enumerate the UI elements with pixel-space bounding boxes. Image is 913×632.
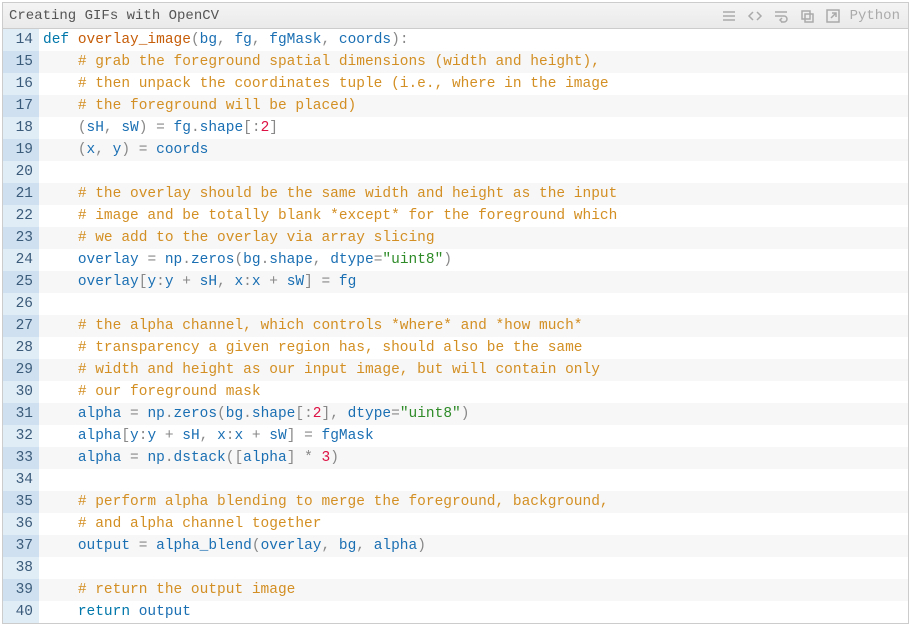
- code-line[interactable]: # perform alpha blending to merge the fo…: [39, 491, 908, 513]
- code-line[interactable]: # image and be totally blank *except* fo…: [39, 205, 908, 227]
- code-line[interactable]: [39, 469, 908, 491]
- code-area[interactable]: 1415161718192021222324252627282930313233…: [3, 29, 908, 623]
- line-number: 14: [3, 29, 39, 51]
- code-line[interactable]: # transparency a given region has, shoul…: [39, 337, 908, 359]
- line-number: 24: [3, 249, 39, 271]
- code-line[interactable]: [39, 161, 908, 183]
- code-line[interactable]: [39, 293, 908, 315]
- code-line[interactable]: # we add to the overlay via array slicin…: [39, 227, 908, 249]
- code-line[interactable]: output = alpha_blend(overlay, bg, alpha): [39, 535, 908, 557]
- code-line[interactable]: # the foreground will be placed): [39, 95, 908, 117]
- line-number: 40: [3, 601, 39, 623]
- code-line[interactable]: (x, y) = coords: [39, 139, 908, 161]
- line-number: 25: [3, 271, 39, 293]
- code-line[interactable]: # and alpha channel together: [39, 513, 908, 535]
- code-line[interactable]: # the alpha channel, which controls *whe…: [39, 315, 908, 337]
- code-line[interactable]: # our foreground mask: [39, 381, 908, 403]
- code-line[interactable]: [39, 557, 908, 579]
- code-line[interactable]: def overlay_image(bg, fg, fgMask, coords…: [39, 29, 908, 51]
- open-new-icon[interactable]: [822, 6, 844, 26]
- toolbar: Python: [718, 6, 904, 26]
- code-lines[interactable]: def overlay_image(bg, fg, fgMask, coords…: [39, 29, 908, 623]
- line-number: 21: [3, 183, 39, 205]
- wrap-icon[interactable]: [770, 6, 792, 26]
- code-line[interactable]: (sH, sW) = fg.shape[:2]: [39, 117, 908, 139]
- code-line[interactable]: # grab the foreground spatial dimensions…: [39, 51, 908, 73]
- line-number: 18: [3, 117, 39, 139]
- line-number: 28: [3, 337, 39, 359]
- copy-icon[interactable]: [796, 6, 818, 26]
- code-header: Creating GIFs with OpenCV Python: [3, 3, 908, 29]
- code-line[interactable]: overlay = np.zeros(bg.shape, dtype="uint…: [39, 249, 908, 271]
- code-line[interactable]: alpha = np.zeros(bg.shape[:2], dtype="ui…: [39, 403, 908, 425]
- code-line[interactable]: # then unpack the coordinates tuple (i.e…: [39, 73, 908, 95]
- code-line[interactable]: alpha = np.dstack([alpha] * 3): [39, 447, 908, 469]
- line-number: 36: [3, 513, 39, 535]
- line-number: 26: [3, 293, 39, 315]
- code-line[interactable]: # the overlay should be the same width a…: [39, 183, 908, 205]
- line-number: 23: [3, 227, 39, 249]
- code-line[interactable]: # return the output image: [39, 579, 908, 601]
- line-number: 19: [3, 139, 39, 161]
- line-number: 17: [3, 95, 39, 117]
- line-number: 27: [3, 315, 39, 337]
- code-line[interactable]: overlay[y:y + sH, x:x + sW] = fg: [39, 271, 908, 293]
- code-line[interactable]: alpha[y:y + sH, x:x + sW] = fgMask: [39, 425, 908, 447]
- line-number: 30: [3, 381, 39, 403]
- language-label: Python: [848, 8, 904, 24]
- code-title: Creating GIFs with OpenCV: [9, 8, 718, 24]
- line-number: 22: [3, 205, 39, 227]
- code-line[interactable]: # width and height as our input image, b…: [39, 359, 908, 381]
- line-number: 31: [3, 403, 39, 425]
- line-number: 20: [3, 161, 39, 183]
- code-line[interactable]: return output: [39, 601, 908, 623]
- menu-icon[interactable]: [718, 6, 740, 26]
- line-number: 16: [3, 73, 39, 95]
- code-block: Creating GIFs with OpenCV Python 1415161…: [2, 2, 909, 624]
- line-number: 32: [3, 425, 39, 447]
- line-number-gutter: 1415161718192021222324252627282930313233…: [3, 29, 39, 623]
- line-number: 37: [3, 535, 39, 557]
- line-number: 29: [3, 359, 39, 381]
- code-view-icon[interactable]: [744, 6, 766, 26]
- line-number: 38: [3, 557, 39, 579]
- line-number: 33: [3, 447, 39, 469]
- line-number: 34: [3, 469, 39, 491]
- line-number: 39: [3, 579, 39, 601]
- line-number: 15: [3, 51, 39, 73]
- line-number: 35: [3, 491, 39, 513]
